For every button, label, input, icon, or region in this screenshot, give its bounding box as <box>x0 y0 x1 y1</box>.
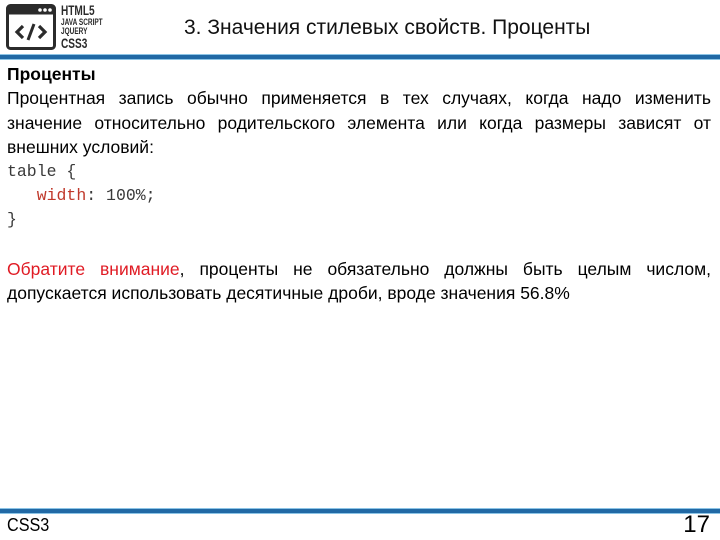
header-divider <box>0 55 720 59</box>
slide-content: Проценты Процентная запись обычно примен… <box>7 62 711 306</box>
code-example: table { width: 100%;} <box>7 160 711 233</box>
page-number: 17 <box>683 511 710 538</box>
logo-line-css3: CSS3 <box>61 35 88 51</box>
footer-label: CSS3 <box>7 515 50 535</box>
footer-divider <box>0 509 720 513</box>
note-paragraph: Обратите внимание, проценты не обязатель… <box>7 257 711 306</box>
code-line-selector: table { <box>7 161 77 181</box>
code-value: : 100%; <box>86 186 156 206</box>
slide-title: 3. Значения стилевых свойств. Проценты <box>184 16 591 39</box>
code-property: width <box>36 186 87 206</box>
section-heading: Проценты <box>7 64 96 84</box>
logo-text: HTML5 JAVA SCRIPT JQUERY CSS3 <box>61 3 104 50</box>
description-paragraph: Процентная запись обычно применяется в т… <box>7 88 711 158</box>
logo-line-html5: HTML5 <box>61 2 95 18</box>
code-window-icon <box>6 4 56 50</box>
note-highlight: Обратите внимание <box>7 258 180 279</box>
code-line-declaration: width: 100%; <box>7 184 711 208</box>
code-line-close: } <box>7 210 17 230</box>
